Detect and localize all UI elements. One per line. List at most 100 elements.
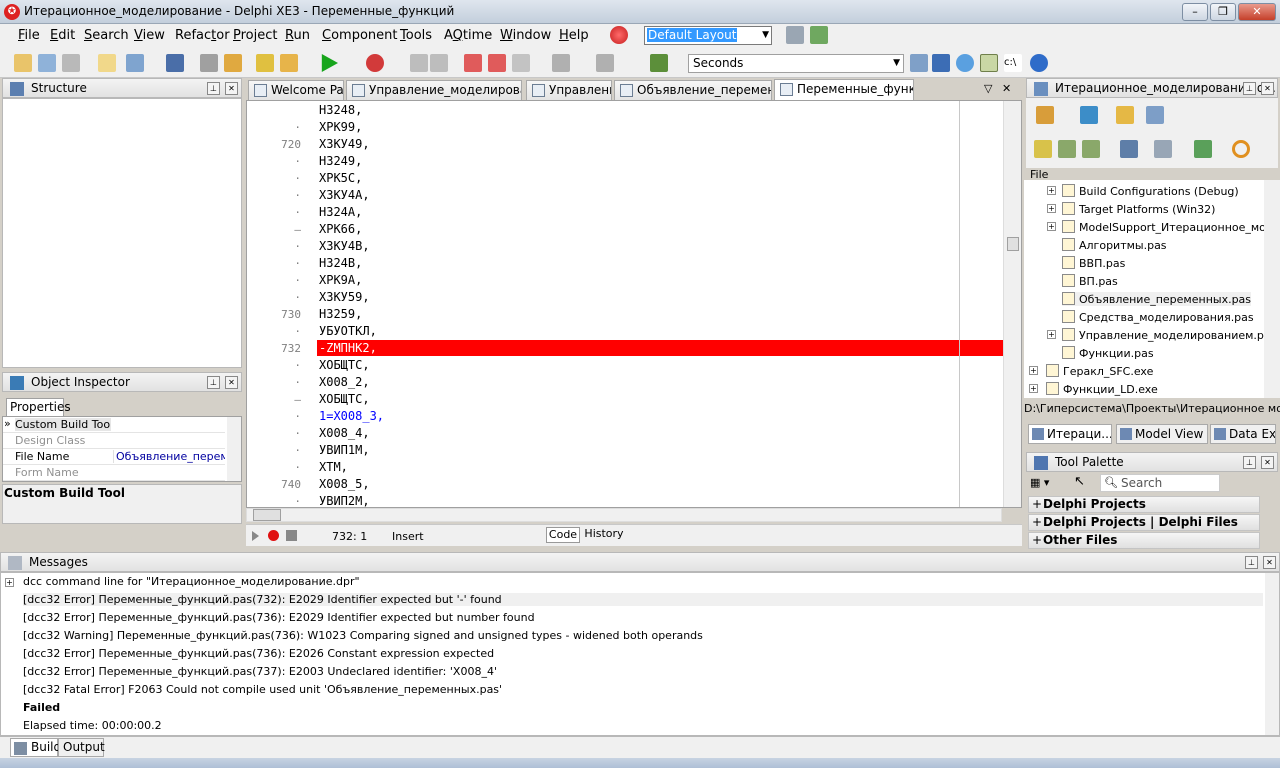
property-scrollbar[interactable] [227,417,241,481]
tab-list-buttons[interactable]: ▽ ✕ [982,80,1018,98]
message-tab[interactable]: Build [10,738,61,757]
palette-category[interactable]: + Other Files [1028,532,1260,549]
scroll-thumb[interactable] [1007,237,1019,251]
structure-view[interactable] [2,98,242,368]
remove-file-icon[interactable] [280,54,298,72]
tool-palette-search[interactable]: Search [1100,474,1220,492]
menu-item[interactable]: Run [285,28,310,43]
layout-settings-icon[interactable] [810,26,828,44]
expand-icon[interactable]: + [1047,186,1056,195]
editor-tab[interactable]: Объявление_переменных [614,80,772,100]
close-icon[interactable]: ✕ [225,82,238,95]
code-line[interactable]: X3KУ49, [319,137,370,151]
profile-icon[interactable] [910,54,928,72]
code-line[interactable]: УБУОТКЛ, [319,324,377,338]
property-row[interactable]: Form Name [3,465,225,481]
web-icon[interactable] [956,54,974,72]
run-icon[interactable] [321,54,338,72]
code-line[interactable]: H324B, [319,256,362,270]
tab-history[interactable]: History [582,527,626,543]
expand-icon[interactable]: + [1047,222,1056,231]
circle-icon[interactable] [1232,140,1250,158]
menu-item[interactable]: Help [559,28,589,43]
layout-select[interactable]: Default Layout ▼ [644,26,772,45]
code-line[interactable]: H3248, [319,103,362,117]
options-icon[interactable] [980,54,998,72]
editor-tab[interactable]: Управление [526,80,612,100]
message-line[interactable]: [dcc32 Error] Переменные_функций.pas(737… [23,665,497,678]
project-tree-item[interactable]: Объявление_переменных.pas [1062,292,1252,306]
code-line[interactable]: XPK66, [319,222,362,236]
property-row[interactable]: File Name Объявление_перемен [3,449,225,465]
menu-item[interactable]: Project [233,28,278,43]
components-icon[interactable] [1194,140,1212,158]
menu-item[interactable]: Search [84,28,129,43]
message-line[interactable]: dcc command line for "Итерационное_модел… [23,575,360,588]
chevron-down-icon[interactable]: ▽ [984,82,992,95]
message-line[interactable]: [dcc32 Warning] Переменные_функций.pas(7… [23,629,703,642]
new-items-icon[interactable] [14,54,32,72]
code-line[interactable]: X008_4, [319,426,370,440]
message-line[interactable]: [dcc32 Fatal Error] F2063 Could not comp… [23,683,502,696]
menu-item[interactable]: File [18,28,40,43]
maximize-button[interactable]: ❐ [1210,3,1236,21]
message-line[interactable]: [dcc32 Error] Переменные_функций.pas(736… [23,611,535,624]
run-without-debug-icon[interactable] [366,54,384,72]
stop-macro-icon[interactable] [286,530,297,541]
menu-item[interactable]: Edit [50,28,75,43]
project-tree-item[interactable]: Build Configurations (Debug) [1062,184,1239,198]
navigate-back-icon[interactable] [552,54,570,72]
message-line[interactable]: [dcc32 Error] Переменные_функций.pas(736… [23,647,494,660]
menu-item[interactable]: Window [500,28,551,43]
code-line[interactable]: X008_5, [319,477,370,491]
aqtime-icon[interactable] [650,54,668,72]
project-tree-item[interactable]: BBП.pas [1062,256,1125,270]
project-manager-tab[interactable]: Итераци... [1028,424,1112,444]
trace-into-icon[interactable] [464,54,482,72]
project-tree-item[interactable]: Геракл_SFC.exe [1046,364,1153,378]
cursor-icon[interactable]: ↖ [1074,474,1088,490]
menu-item[interactable]: AQtime [444,28,492,43]
add-project-icon[interactable] [1080,106,1098,124]
view-icon[interactable] [1146,106,1164,124]
save-icon[interactable] [166,54,184,72]
expand-icon[interactable]: + [1047,204,1056,213]
code-line[interactable]: XTM, [319,460,348,474]
code-line[interactable]: XPK5C, [319,171,362,185]
expand-icon[interactable]: + [1029,384,1038,393]
expand-icon[interactable] [1058,140,1076,158]
minimize-button[interactable]: – [1182,3,1208,21]
close-icon[interactable]: ✕ [1261,82,1274,95]
menu-item[interactable]: Tools [400,28,432,43]
project-tree-item[interactable]: Функции.pas [1062,346,1154,360]
menu-item[interactable]: Component [322,28,397,43]
close-icon[interactable]: ✕ [225,376,238,389]
code-line[interactable]: X3KУ4B, [319,239,370,253]
project-manager-tab[interactable]: Model View [1116,424,1208,444]
open-project-icon[interactable] [38,54,56,72]
code-line[interactable]: XPK99, [319,120,362,134]
code-line[interactable]: X3KУ59, [319,290,370,304]
delphi-help-icon[interactable] [610,26,628,44]
property-row[interactable]: Design Class [3,433,225,449]
menu-item[interactable]: Refactor [175,28,230,43]
sync-icon[interactable] [1034,140,1052,158]
project-tree-item[interactable]: Target Platforms (Win32) [1062,202,1215,216]
close-icon[interactable]: ✕ [1261,456,1274,469]
record-macro-icon[interactable] [268,530,279,541]
project-tree-item[interactable]: Средства_моделирования.pas [1062,310,1254,324]
close-button[interactable]: ✕ [1238,3,1276,21]
view-unit-icon[interactable] [256,54,274,72]
project-tree-item[interactable]: ModelSupport_Итерационное_мо... [1062,220,1276,234]
pin-icon[interactable]: ⊥ [1245,556,1258,569]
play-macro-icon[interactable] [252,531,259,541]
code-line[interactable]: XОБЩТС, [319,358,370,372]
code-line[interactable]: X3KУ4A, [319,188,370,202]
pin-icon[interactable]: ⊥ [207,82,220,95]
pause-icon[interactable] [410,54,428,72]
sort-icon[interactable] [1120,140,1138,158]
run-to-cursor-icon[interactable] [512,54,530,72]
expand-icon[interactable]: + [5,578,14,587]
property-row[interactable]: Custom Build Tool » [3,417,225,433]
command-prompt-icon[interactable]: c:\ [1004,54,1022,72]
